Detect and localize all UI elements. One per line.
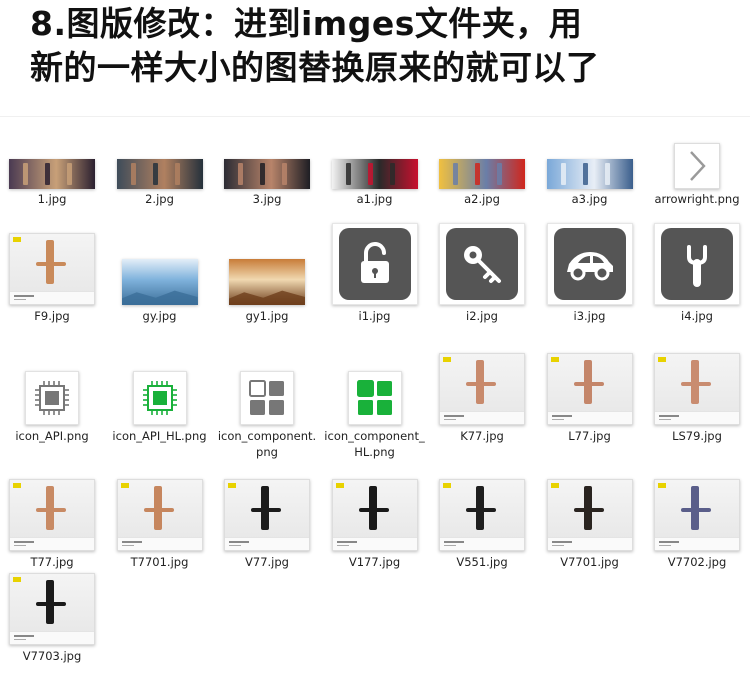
file-name-label: a2.jpg [464, 192, 500, 206]
file-name-label: V551.jpg [456, 555, 508, 569]
file-item[interactable]: arrowright.png [645, 129, 749, 225]
file-name-label: gy1.jpg [245, 309, 289, 323]
file-thumbnail[interactable] [114, 221, 206, 305]
file-name-label: 1.jpg [37, 192, 67, 206]
file-name-label: F9.jpg [34, 309, 70, 323]
file-name-label: 3.jpg [252, 192, 282, 206]
file-thumbnail[interactable] [436, 467, 528, 551]
file-item[interactable]: 3.jpg [215, 129, 319, 225]
file-name-label: LS79.jpg [672, 429, 722, 443]
file-thumbnail[interactable] [544, 341, 636, 425]
file-explorer-view: 1.jpg 2.jpg 3.jpg a1.jpg a2.jpg a3.jpg arrowri… [0, 116, 750, 663]
file-item[interactable]: V7702.jpg [645, 467, 749, 588]
file-item[interactable]: F9.jpg [0, 221, 104, 342]
file-name-label: icon_component.png [217, 429, 317, 459]
chip-icon [140, 378, 180, 418]
chip-icon [32, 378, 72, 418]
file-name-label: V77.jpg [245, 555, 289, 569]
chevron-right-icon [684, 149, 710, 183]
file-name-label: a3.jpg [571, 192, 608, 206]
file-thumbnail[interactable] [114, 341, 206, 425]
file-name-label: i3.jpg [573, 309, 606, 323]
file-name-label: L77.jpg [568, 429, 611, 443]
padlock-icon [350, 239, 400, 289]
file-name-label: V7701.jpg [560, 555, 619, 569]
file-thumbnail[interactable] [544, 467, 636, 551]
file-thumbnail[interactable] [436, 341, 528, 425]
file-thumbnail[interactable] [329, 467, 421, 551]
file-item[interactable]: V77.jpg [215, 467, 319, 588]
file-thumbnail[interactable] [6, 561, 98, 645]
file-name-label: K77.jpg [460, 429, 504, 443]
file-thumbnail[interactable] [651, 341, 743, 425]
file-thumbnail[interactable] [221, 221, 313, 305]
file-name-label: 2.jpg [145, 192, 174, 206]
wrench-icon [672, 239, 722, 289]
file-item[interactable]: LS79.jpg [645, 341, 749, 462]
file-item[interactable]: i4.jpg [645, 221, 749, 342]
instruction-heading: 8.图版修改：进到imges文件夹，用 新的一样大小的图替换原来的就可以了 [30, 2, 730, 90]
file-item[interactable]: V7703.jpg [0, 561, 104, 682]
file-thumbnail[interactable] [544, 221, 636, 305]
file-thumbnail[interactable] [651, 129, 743, 189]
file-item[interactable]: a2.jpg [430, 129, 534, 225]
file-name-label: V7702.jpg [667, 555, 727, 569]
file-item[interactable]: a1.jpg [323, 129, 427, 225]
file-thumbnail[interactable] [221, 341, 313, 425]
file-item[interactable]: V177.jpg [323, 467, 427, 588]
file-thumbnail[interactable] [544, 129, 636, 189]
file-name-label: icon_API_HL.png [112, 429, 207, 443]
file-item[interactable]: icon_component.png [215, 341, 319, 462]
file-name-label: T7701.jpg [130, 555, 189, 569]
file-thumbnail[interactable] [436, 221, 528, 305]
file-item[interactable]: i2.jpg [430, 221, 534, 342]
file-thumbnail[interactable] [651, 467, 743, 551]
file-item[interactable]: K77.jpg [430, 341, 534, 462]
file-thumbnail[interactable] [114, 129, 206, 189]
file-thumbnail[interactable] [6, 341, 98, 425]
file-name-label: i1.jpg [358, 309, 391, 323]
file-name-label: V7703.jpg [22, 649, 82, 663]
file-thumbnail[interactable] [651, 221, 743, 305]
component-icon [247, 378, 287, 418]
instruction-line-1: 8.图版修改：进到imges文件夹，用 [30, 4, 583, 43]
file-item[interactable]: a3.jpg [538, 129, 642, 225]
file-item[interactable]: gy.jpg [108, 221, 212, 342]
file-name-label: gy.jpg [142, 309, 177, 323]
file-item[interactable]: L77.jpg [538, 341, 642, 462]
file-thumbnail[interactable] [6, 221, 98, 305]
file-thumbnail[interactable] [436, 129, 528, 189]
file-thumbnail[interactable] [6, 467, 98, 551]
file-item[interactable]: icon_component_HL.png [323, 341, 427, 462]
file-item[interactable]: icon_API.png [0, 341, 104, 462]
file-item[interactable]: T7701.jpg [108, 467, 212, 588]
file-thumbnail[interactable] [329, 129, 421, 189]
file-item[interactable]: V551.jpg [430, 467, 534, 588]
file-name-label: i4.jpg [681, 309, 713, 323]
component-icon [355, 378, 395, 418]
file-item[interactable]: icon_API_HL.png [108, 341, 212, 462]
file-name-label: icon_API.png [15, 429, 89, 443]
file-item[interactable]: i1.jpg [323, 221, 427, 342]
car-icon [563, 244, 617, 284]
file-thumbnail[interactable] [329, 221, 421, 305]
file-item[interactable]: i3.jpg [538, 221, 642, 342]
file-item[interactable]: 2.jpg [108, 129, 212, 225]
file-name-label: i2.jpg [466, 309, 498, 323]
file-name-label: a1.jpg [356, 192, 393, 206]
file-item[interactable]: 1.jpg [0, 129, 104, 225]
key-icon [457, 239, 507, 289]
file-name-label: icon_component_HL.png [324, 429, 425, 459]
file-name-label: V177.jpg [348, 555, 401, 569]
file-thumbnail[interactable] [114, 467, 206, 551]
file-thumbnail[interactable] [221, 467, 313, 551]
file-item[interactable]: gy1.jpg [215, 221, 319, 342]
file-thumbnail[interactable] [221, 129, 313, 189]
file-item[interactable]: V7701.jpg [538, 467, 642, 588]
file-thumbnail[interactable] [329, 341, 421, 425]
file-thumbnail[interactable] [6, 129, 98, 189]
file-name-label: arrowright.png [654, 192, 740, 206]
instruction-line-2: 新的一样大小的图替换原来的就可以了 [30, 48, 600, 87]
